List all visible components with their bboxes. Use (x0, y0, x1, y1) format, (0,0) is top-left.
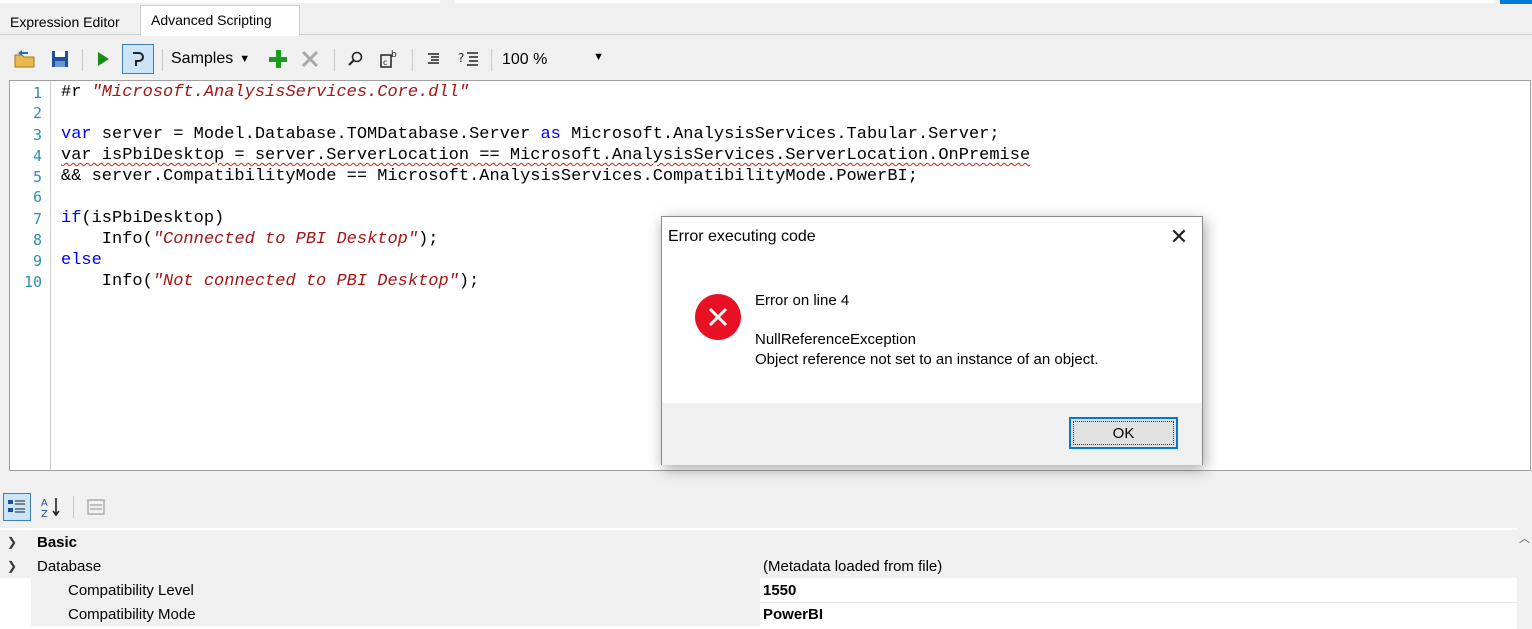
property-value[interactable]: 1550 (763, 582, 796, 599)
error-icon (695, 294, 741, 340)
chevron-down-icon: ▼ (593, 51, 604, 63)
property-toolbar: AZ (0, 487, 1532, 527)
svg-text:b: b (391, 50, 397, 60)
code-line[interactable]: var isPbiDesktop = server.ServerLocation… (61, 146, 1030, 165)
zoom-value: 100 % (502, 51, 548, 68)
scroll-up-icon[interactable]: ︿ (1519, 530, 1530, 546)
category-row-basic[interactable]: ❯ Basic (0, 530, 1517, 554)
code-line[interactable]: #r "Microsoft.AnalysisServices.Core.dll" (61, 83, 469, 102)
save-icon[interactable] (48, 44, 72, 74)
line-number: 7 (32, 210, 42, 228)
property-value[interactable]: PowerBI (763, 606, 823, 623)
chevron-down-icon: ▼ (239, 53, 251, 65)
code-token: var isPbiDesktop = server.ServerLocation… (61, 146, 1031, 165)
code-string: "Microsoft.AnalysisServices.Core.dll" (91, 83, 470, 102)
alphabetical-sort-icon[interactable]: AZ (37, 493, 65, 521)
code-keyword: else (61, 251, 102, 270)
categorized-view-icon[interactable] (3, 493, 31, 521)
code-line[interactable]: && server.CompatibilityMode == Microsoft… (61, 167, 918, 186)
group-row-database[interactable]: ❯ Database (Metadata loaded from file) (0, 554, 1517, 578)
focus-rectangle (1073, 421, 1174, 445)
ok-button[interactable]: OK (1069, 417, 1178, 449)
category-label: Basic (37, 533, 78, 551)
delete-icon[interactable] (298, 44, 322, 74)
line-number: 8 (32, 231, 42, 249)
chevron-down-icon[interactable]: ❯ (7, 535, 17, 549)
replace-icon[interactable]: bc (376, 44, 402, 74)
code-line[interactable]: Info("Not connected to PBI Desktop"); (61, 272, 480, 291)
property-pages-icon[interactable] (82, 493, 110, 521)
script-toolbar: Samples ▼ bc ? 100 % ▼ (0, 36, 1532, 80)
code-token: Info( (61, 272, 153, 291)
property-row[interactable]: Compatibility Level 1550 (0, 578, 1517, 602)
error-line-text: Error on line 4 (755, 292, 850, 309)
code-token: Info( (61, 230, 153, 249)
code-keyword: as (540, 125, 561, 144)
property-label: Compatibility Level (68, 581, 194, 599)
svg-text:?: ? (458, 51, 464, 65)
tab-advanced-scripting[interactable]: Advanced Scripting (140, 5, 300, 36)
line-number: 3 (32, 126, 42, 144)
top-strip-field-right (455, 0, 1495, 3)
editor-tabs: Expression Editor Advanced Scripting (0, 5, 1532, 36)
property-row[interactable]: Compatibility Mode PowerBI (0, 602, 1517, 626)
code-token: server = Model.Database.TOMDatabase.Serv… (91, 125, 541, 144)
code-line[interactable]: var server = Model.Database.TOMDatabase.… (61, 125, 1000, 144)
add-icon[interactable] (266, 44, 290, 74)
toolbar-separator (73, 496, 74, 518)
run-icon[interactable] (92, 44, 114, 74)
code-line[interactable]: Info("Connected to PBI Desktop"); (61, 230, 439, 249)
samples-label: Samples (171, 50, 234, 67)
code-token: && server.CompatibilityMode == Microsoft… (61, 167, 918, 186)
error-dialog: Error executing code ✕ Error on line 4 N… (661, 216, 1203, 465)
line-number: 2 (32, 104, 42, 122)
code-token: ); (458, 272, 480, 291)
toolbar-separator (491, 49, 492, 71)
line-number: 9 (32, 252, 42, 270)
toolbar-separator (334, 49, 335, 71)
samples-dropdown[interactable]: Samples ▼ (171, 44, 259, 74)
line-number: 10 (23, 273, 42, 291)
close-icon[interactable]: ✕ (1158, 221, 1200, 253)
svg-text:c: c (383, 58, 387, 67)
dialog-title: Error executing code (668, 228, 816, 245)
code-token: ); (418, 230, 439, 249)
undo-icon[interactable] (122, 44, 154, 74)
svg-text:Z: Z (41, 509, 48, 518)
line-number: 6 (32, 188, 42, 206)
code-keyword: var (61, 125, 92, 144)
zoom-select[interactable]: 100 % ▼ (496, 48, 608, 72)
property-grid: ❯ Basic ❯ Database (Metadata loaded from… (0, 528, 1517, 629)
code-keyword: if (61, 209, 82, 228)
code-token: #r (61, 83, 92, 102)
code-token: (isPbiDesktop) (81, 209, 225, 228)
code-token: Microsoft.AnalysisServices.Tabular.Serve… (560, 125, 1000, 144)
chevron-down-icon[interactable]: ❯ (7, 559, 17, 573)
find-icon[interactable] (344, 44, 366, 74)
tab-expression-editor[interactable]: Expression Editor (0, 8, 140, 35)
property-grid-scrollbar[interactable]: ︿ (1517, 528, 1532, 629)
toolbar-separator (82, 49, 83, 71)
uncomment-lines-icon[interactable]: ? (455, 44, 481, 74)
open-file-icon[interactable] (12, 44, 38, 74)
property-label: Compatibility Mode (68, 605, 196, 623)
svg-text:A: A (41, 498, 48, 509)
comment-lines-icon[interactable] (422, 44, 444, 74)
group-label: Database (37, 557, 102, 575)
code-line[interactable]: if(isPbiDesktop) (61, 209, 224, 228)
toolbar-separator (162, 49, 163, 71)
line-number: 5 (32, 168, 42, 186)
exception-type-text: NullReferenceException (755, 331, 916, 348)
top-strip-field-left (0, 0, 440, 3)
code-string: "Connected to PBI Desktop" (152, 230, 419, 249)
group-value: (Metadata loaded from file) (763, 557, 943, 575)
top-strip-accent (1500, 0, 1532, 4)
line-number-gutter: 1 2 3 4 5 6 7 8 9 10 (10, 81, 51, 470)
line-number: 1 (32, 84, 42, 102)
exception-message-text: Object reference not set to an instance … (755, 351, 1099, 368)
toolbar-separator (412, 49, 413, 71)
code-string: "Not connected to PBI Desktop" (152, 272, 459, 291)
line-number: 4 (32, 147, 42, 165)
code-line[interactable]: else (61, 251, 102, 270)
